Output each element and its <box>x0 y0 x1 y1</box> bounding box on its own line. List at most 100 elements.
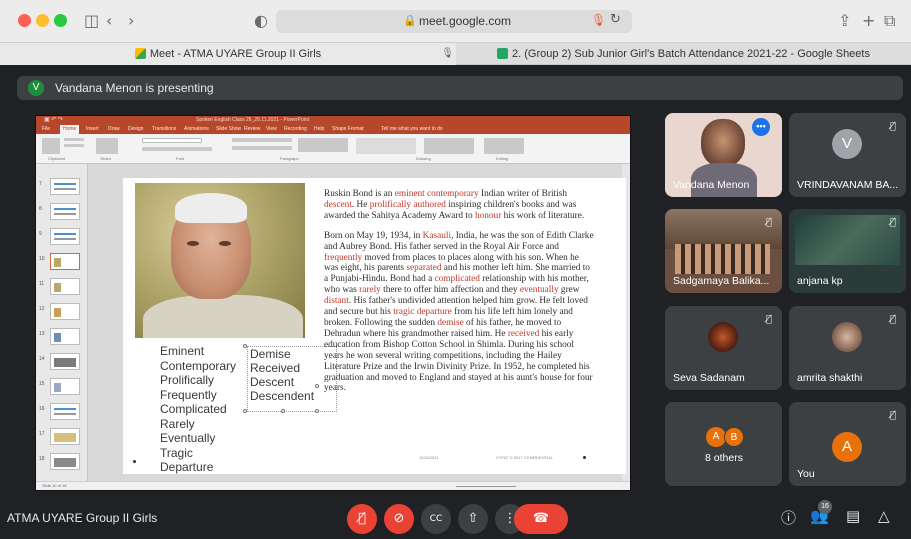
selection-handle[interactable] <box>243 409 247 413</box>
ppt-ribbon: Clipboard Slides Font Paragraph Drawing … <box>36 134 630 164</box>
tab-sheets[interactable]: 2. (Group 2) Sub Junior Girl's Batch Att… <box>456 43 911 65</box>
menu-home[interactable]: Home <box>60 125 80 134</box>
mic-in-use-icon[interactable]: 🎙 <box>591 13 606 27</box>
minimize-window-button[interactable] <box>36 14 49 27</box>
activities-icon[interactable]: △ <box>878 507 890 525</box>
paste-button[interactable] <box>42 138 60 154</box>
close-window-button[interactable] <box>18 14 31 27</box>
tell-me-box[interactable]: Tell me what you want to do <box>381 126 443 132</box>
menu-transitions[interactable]: Transitions <box>152 126 176 132</box>
sidebar-icon[interactable]: ◫ <box>84 11 99 30</box>
slide-thumb[interactable] <box>50 228 80 245</box>
thumb-num: 11 <box>39 281 45 287</box>
vocab-word: Departure <box>160 460 214 474</box>
back-icon[interactable]: ‹ <box>106 11 112 30</box>
slide-thumb[interactable] <box>50 453 80 470</box>
menu-file[interactable]: File <box>42 126 50 132</box>
slide-footer-confidential: CYFAT © 2017 CONFIDENTIAL <box>496 455 554 460</box>
participant-tile[interactable]: 🎙̸ V VRINDAVANAM BA... <box>789 113 906 197</box>
menu-slideshow[interactable]: Slide Show <box>216 126 241 132</box>
forward-icon[interactable]: › <box>128 11 134 30</box>
new-slide-button[interactable] <box>96 138 118 154</box>
zoom-slider[interactable] <box>456 486 516 487</box>
privacy-shield-icon[interactable]: ◐ <box>254 11 268 30</box>
self-tile[interactable]: 🎙̸ A You <box>789 402 906 486</box>
text-run: his work of literature. <box>501 210 585 221</box>
biography-paragraph-2: Born on May 19, 1934, in Kasauli, India,… <box>324 231 594 395</box>
captions-button[interactable]: CC <box>421 504 451 534</box>
slide-thumb[interactable] <box>50 378 80 395</box>
participant-tile[interactable]: 🎙̸ Seva Sadanam <box>665 306 782 390</box>
slide-thumb[interactable] <box>50 428 80 445</box>
participant-name: Seva Sadanam <box>673 372 745 384</box>
slide-thumb[interactable] <box>50 203 80 220</box>
new-tab-icon[interactable]: + <box>862 11 875 30</box>
ruskin-bond-photo <box>135 183 305 338</box>
zoom-window-button[interactable] <box>54 14 67 27</box>
selection-handle[interactable] <box>315 384 319 388</box>
others-tile[interactable]: A B 8 others <box>665 402 782 486</box>
menu-design[interactable]: Design <box>128 126 144 132</box>
participant-avatar: B <box>724 427 744 447</box>
ribbon-group-font: Font <box>176 156 185 161</box>
menu-shape-format[interactable]: Shape Format <box>332 126 364 132</box>
presenting-text: Vandana Menon is presenting <box>55 81 214 95</box>
menu-draw[interactable]: Draw <box>108 126 120 132</box>
info-icon[interactable]: ⓘ <box>781 507 796 528</box>
menu-help[interactable]: Help <box>314 126 324 132</box>
menu-insert[interactable]: Insert <box>86 126 99 132</box>
others-count: 8 others <box>705 452 743 464</box>
participant-tile[interactable]: ••• Vandana Menon <box>665 113 782 197</box>
text-run: Ruskin Bond is an <box>324 189 395 199</box>
menu-recording[interactable]: Recording <box>284 126 307 132</box>
mic-off-icon: 🎙̸ <box>765 217 772 228</box>
tab-mic-icon[interactable]: 🎙 <box>441 43 454 65</box>
chat-icon[interactable]: ▤ <box>846 507 860 525</box>
menu-review[interactable]: Review <box>244 126 260 132</box>
slide-thumb[interactable] <box>50 278 80 295</box>
participant-tile[interactable]: 🎙̸ amrita shakthi <box>789 306 906 390</box>
vocab-word: Rarely <box>160 416 195 431</box>
slide-thumb[interactable] <box>50 353 80 370</box>
editing-tools[interactable] <box>484 138 524 154</box>
slide-thumb[interactable] <box>50 178 80 195</box>
thumb-num: 9 <box>39 231 42 237</box>
highlighted-word: demise <box>437 317 464 328</box>
highlighted-word: eminent contemporary <box>394 189 479 199</box>
mic-toggle-button[interactable]: 🎙̸ <box>347 504 377 534</box>
highlighted-word: descent <box>324 199 352 210</box>
selection-handle[interactable] <box>281 409 285 413</box>
ribbon-group-paragraph: Paragraph <box>280 156 299 161</box>
highlighted-word: received <box>507 328 540 339</box>
selection-handle[interactable] <box>315 409 319 413</box>
biography-text: Ruskin Bond is an eminent contemporary I… <box>324 189 594 403</box>
participant-tile[interactable]: 🎙̸ anjana kp <box>789 209 906 293</box>
address-bar[interactable]: 🔒 meet.google.com 🎙 ↻ <box>276 10 632 33</box>
slide-thumb[interactable] <box>50 403 80 420</box>
quick-access-icons: ▣ ↶ ↷ <box>44 117 64 123</box>
tab-sheets-label: 2. (Group 2) Sub Junior Girl's Batch Att… <box>512 48 870 60</box>
more-options-icon[interactable]: ••• <box>752 118 770 136</box>
selection-handle[interactable] <box>243 344 247 348</box>
font-name-box[interactable] <box>142 138 202 143</box>
slide-thumb-selected[interactable] <box>50 253 80 270</box>
mic-off-icon: 🎙̸ <box>765 314 772 325</box>
share-icon[interactable]: ⇪ <box>838 11 851 30</box>
meet-stage: V Vandana Menon is presenting ▣ ↶ ↷ Spok… <box>0 66 911 539</box>
slide-thumb[interactable] <box>50 303 80 320</box>
participant-tile[interactable]: 🎙̸ Sadgamaya Balika... <box>665 209 782 293</box>
tab-meet[interactable]: Meet - ATMA UYARE Group II Girls 🎙 <box>0 43 456 65</box>
tab-overview-icon[interactable]: ⧉ <box>884 11 895 31</box>
menu-animations[interactable]: Animations <box>184 126 209 132</box>
leave-call-button[interactable]: ☎ <box>514 504 568 534</box>
camera-toggle-button[interactable]: ⊘ <box>384 504 414 534</box>
reload-icon[interactable]: ↻ <box>610 12 621 27</box>
present-button[interactable]: ⇧ <box>458 504 488 534</box>
slide-thumb[interactable] <box>50 328 80 345</box>
tab-bar: Meet - ATMA UYARE Group II Girls 🎙 2. (G… <box>0 43 911 65</box>
shapes-gallery[interactable] <box>356 138 416 154</box>
participant-avatar: V <box>832 129 862 159</box>
arrange-button[interactable] <box>424 138 474 154</box>
menu-view[interactable]: View <box>266 126 277 132</box>
mic-off-icon: 🎙̸ <box>889 410 896 421</box>
